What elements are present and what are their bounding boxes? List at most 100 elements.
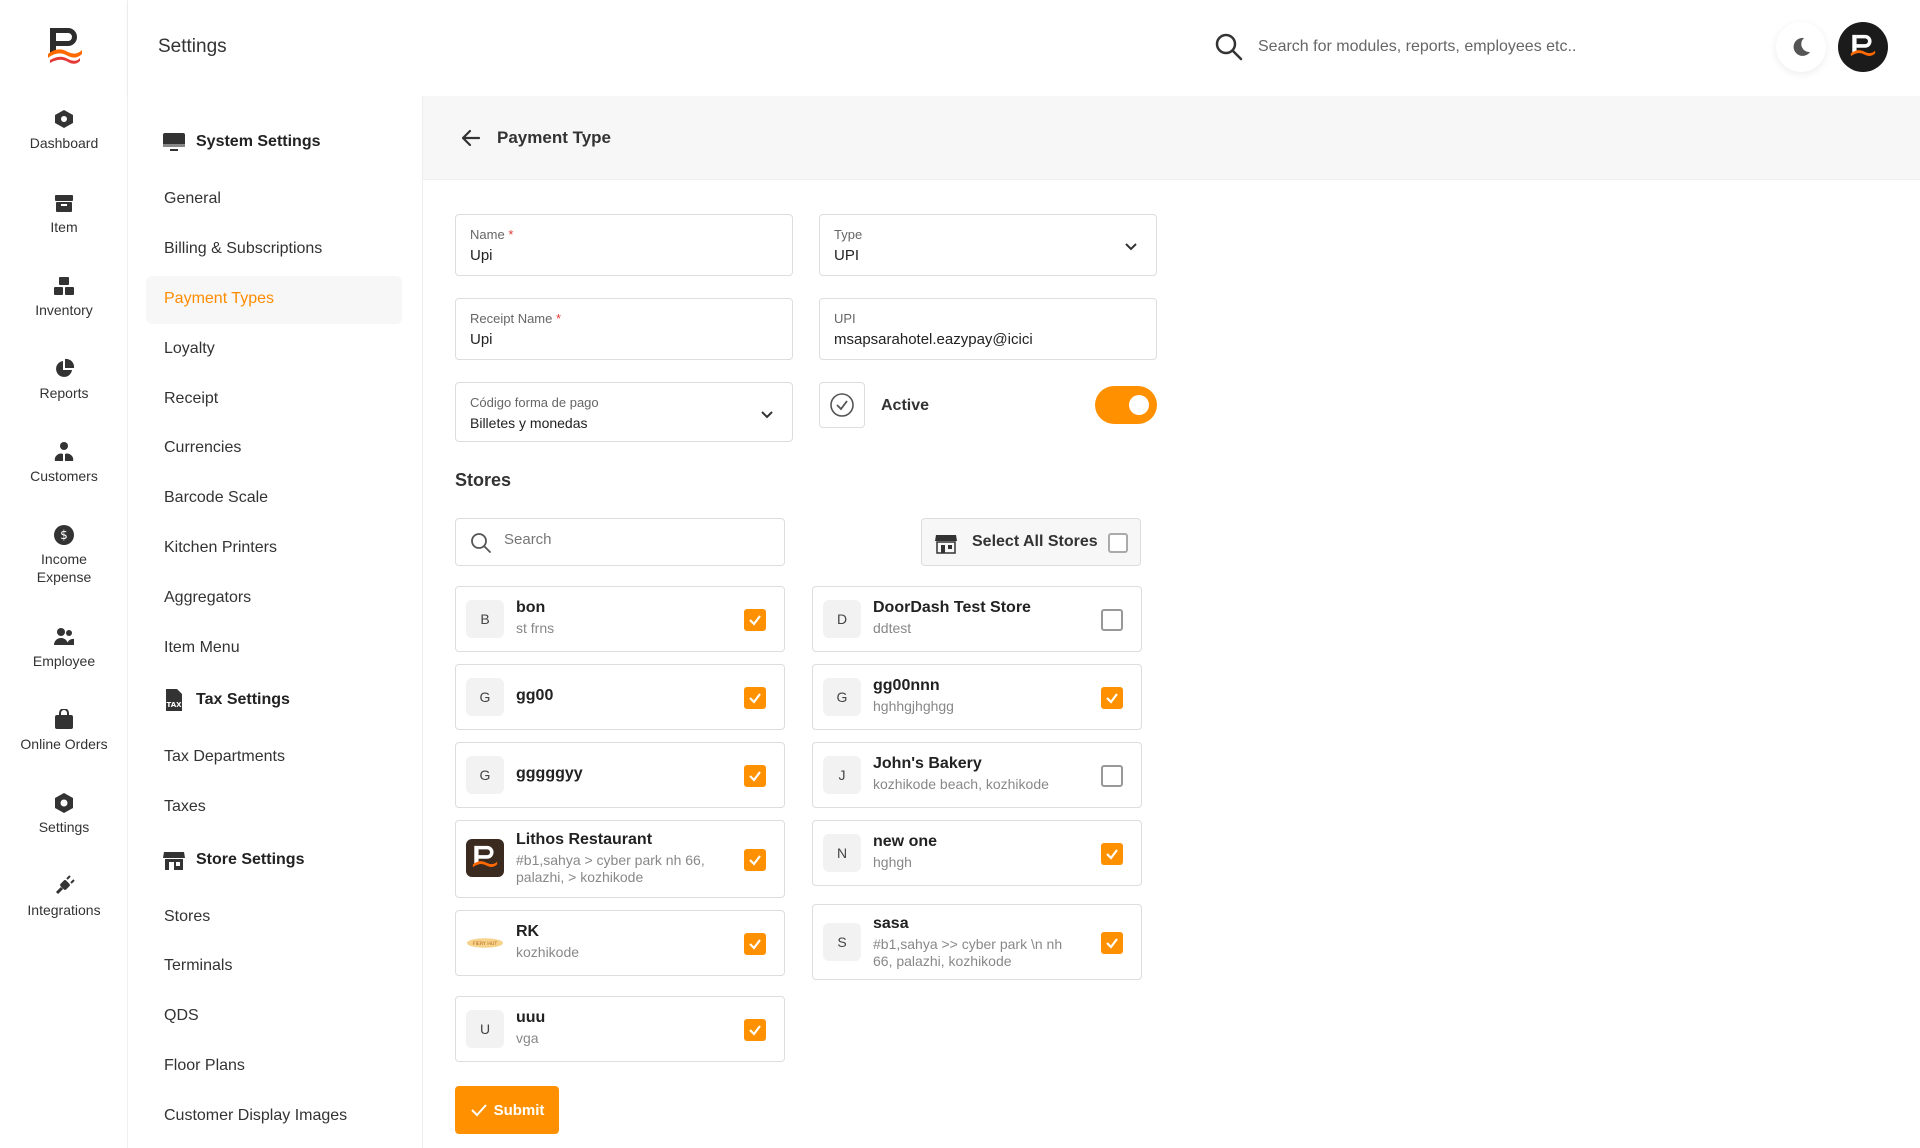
store-checkbox-checked[interactable] — [744, 687, 766, 709]
store-search-input[interactable] — [504, 531, 764, 548]
sidebar-item-aggregators[interactable]: Aggregators — [164, 589, 251, 607]
sidebar-item-payment-types[interactable]: Payment Types — [164, 290, 274, 308]
select-all-stores[interactable]: Select All Stores — [921, 518, 1141, 566]
submit-label: Submit — [493, 1101, 545, 1119]
store-icon — [163, 852, 185, 870]
sidebar-item-floor-plans[interactable]: Floor Plans — [164, 1057, 245, 1075]
nav-customers[interactable]: Customers — [0, 441, 128, 485]
active-toggle[interactable] — [1095, 386, 1157, 424]
sidebar-item-item-menu[interactable]: Item Menu — [164, 639, 240, 657]
store-card[interactable]: S sasa #b1,sahya >> cyber park \n nh 66,… — [812, 904, 1142, 980]
sidebar-item-qds[interactable]: QDS — [164, 1007, 199, 1025]
nav-integrations[interactable]: Integrations — [0, 875, 128, 919]
sidebar-item-loyalty[interactable]: Loyalty — [164, 340, 215, 358]
sidebar-item-taxes[interactable]: Taxes — [164, 798, 206, 816]
store-card[interactable]: D DoorDash Test Store ddtest — [812, 586, 1142, 652]
store-checkbox-unchecked[interactable] — [1101, 765, 1123, 787]
nav-label: Reports — [39, 385, 89, 401]
check-circle-icon — [830, 393, 854, 417]
store-checkbox-checked[interactable] — [744, 1019, 766, 1041]
store-avatar: D — [823, 600, 861, 638]
nav-employee[interactable]: Employee — [0, 626, 128, 670]
nav-reports[interactable]: Reports — [0, 358, 128, 402]
store-card[interactable]: B bon st frns — [455, 586, 785, 652]
submit-button[interactable]: Submit — [455, 1086, 559, 1134]
sidebar-item-barcode-scale[interactable]: Barcode Scale — [164, 489, 268, 507]
store-avatar: G — [466, 756, 504, 794]
store-card[interactable]: G gggggyy — [455, 742, 785, 808]
store-name: bon — [516, 599, 546, 616]
name-label: Name — [470, 227, 505, 242]
inventory-icon — [54, 277, 74, 295]
top-header: Settings — [128, 0, 1920, 96]
store-name: John's Bakery — [873, 755, 982, 772]
store-card[interactable]: Lithos Restaurant #b1,sahya > cyber park… — [455, 820, 785, 898]
sidebar-item-terminals[interactable]: Terminals — [164, 957, 232, 975]
name-value: Upi — [470, 247, 493, 264]
store-checkbox-checked[interactable] — [1101, 843, 1123, 865]
search-icon[interactable] — [1214, 32, 1244, 62]
store-avatar: G — [823, 678, 861, 716]
nav-item[interactable]: Item — [0, 192, 128, 236]
store-logo: FIERY HUT — [466, 924, 504, 962]
sidebar-item-kitchen-printers[interactable]: Kitchen Printers — [164, 539, 277, 557]
settings-sidebar: System Settings General Billing & Subscr… — [128, 96, 422, 1148]
store-card[interactable]: N new one hghgh — [812, 820, 1142, 886]
chevron-down-icon — [1125, 243, 1137, 251]
type-select[interactable]: Type UPI — [819, 214, 1157, 276]
sidebar-item-customer-display-images[interactable]: Customer Display Images — [164, 1107, 347, 1125]
store-name: Lithos Restaurant — [516, 831, 653, 848]
moon-icon — [1793, 37, 1810, 56]
store-name: new one — [873, 833, 938, 850]
brand-logo-icon — [1850, 34, 1876, 57]
store-card[interactable]: FIERY HUT RK kozhikode — [455, 910, 785, 976]
income-expense-icon: $ — [54, 525, 74, 545]
store-checkbox-checked[interactable] — [744, 765, 766, 787]
receipt-name-field[interactable]: Receipt Name * Upi — [455, 298, 793, 360]
store-name: gg00nnn — [873, 677, 940, 694]
upi-field[interactable]: UPI msapsarahotel.eazypay@icici — [819, 298, 1157, 360]
nav-settings[interactable]: Settings — [0, 792, 128, 836]
store-address: #b1,sahya >> cyber park \n nh 66, palazh… — [873, 936, 1063, 969]
select-all-checkbox[interactable] — [1108, 533, 1128, 553]
codigo-forma-pago-select[interactable]: Código forma de pago Billetes y monedas — [455, 382, 793, 442]
store-checkbox-unchecked[interactable] — [1101, 609, 1123, 631]
sidebar-item-receipt[interactable]: Receipt — [164, 390, 218, 408]
sidebar-item-stores[interactable]: Stores — [164, 908, 210, 926]
store-name: gggggyy — [516, 765, 583, 782]
check-icon — [1106, 693, 1118, 704]
store-avatar: B — [466, 600, 504, 638]
theme-toggle-button[interactable] — [1776, 22, 1826, 72]
type-value: UPI — [834, 247, 860, 264]
required-mark: * — [508, 227, 514, 242]
store-search[interactable] — [455, 518, 785, 566]
store-checkbox-checked[interactable] — [1101, 687, 1123, 709]
nav-income-expense[interactable]: $ Income Expense — [0, 524, 128, 586]
store-name: DoorDash Test Store — [873, 599, 1031, 616]
avatar[interactable] — [1838, 22, 1888, 72]
sidebar-item-billing[interactable]: Billing & Subscriptions — [164, 240, 322, 258]
brand-logo[interactable] — [44, 24, 86, 66]
store-checkbox-checked[interactable] — [744, 849, 766, 871]
store-checkbox-checked[interactable] — [744, 609, 766, 631]
select-all-label: Select All Stores — [972, 533, 1098, 550]
store-card[interactable]: G gg00nnn hghhgjhghgg — [812, 664, 1142, 730]
reports-icon — [56, 358, 75, 377]
sidebar-item-currencies[interactable]: Currencies — [164, 439, 241, 457]
nav-inventory[interactable]: Inventory — [0, 275, 128, 319]
global-search-input[interactable] — [1258, 38, 1598, 56]
sidebar-item-tax-departments[interactable]: Tax Departments — [164, 748, 285, 766]
nav-online-orders[interactable]: Online Orders — [0, 709, 128, 753]
check-icon — [749, 939, 761, 950]
nav-dashboard[interactable]: Dashboard — [0, 108, 128, 152]
lithos-logo-icon — [472, 845, 498, 868]
store-card[interactable]: G gg00 — [455, 664, 785, 730]
back-arrow-icon[interactable] — [459, 126, 483, 150]
nav-label: Settings — [38, 819, 90, 835]
store-checkbox-checked[interactable] — [744, 933, 766, 955]
store-card[interactable]: J John's Bakery kozhikode beach, kozhiko… — [812, 742, 1142, 808]
store-checkbox-checked[interactable] — [1101, 932, 1123, 954]
store-card[interactable]: U uuu vga — [455, 996, 785, 1062]
name-field[interactable]: Name * Upi — [455, 214, 793, 276]
sidebar-item-general[interactable]: General — [164, 190, 221, 208]
